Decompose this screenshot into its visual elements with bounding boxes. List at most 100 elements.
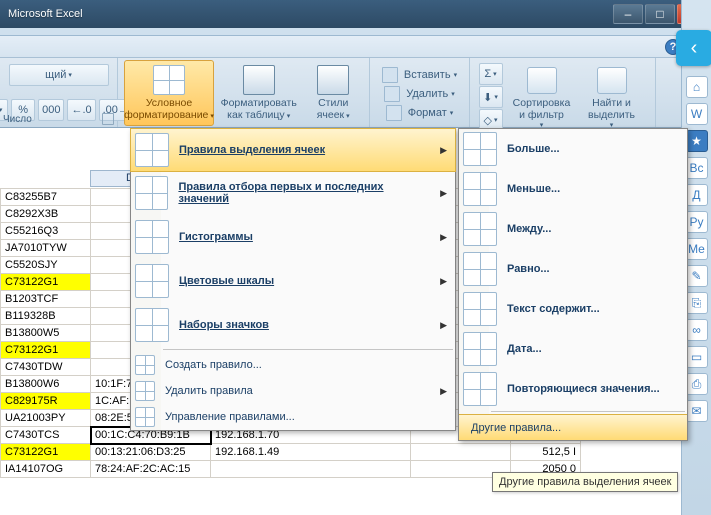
- cell-styles-icon: [317, 65, 349, 95]
- titlebar: Microsoft Excel – □ ✕: [0, 0, 711, 28]
- highlight-cells-rules-submenu: Больше...Меньше...Между...Равно...Текст …: [458, 128, 688, 441]
- menu-item-icon: [135, 220, 169, 254]
- menu-separator: [491, 411, 685, 412]
- cell[interactable]: C829175R: [1, 393, 91, 410]
- cell[interactable]: IA14107OG: [1, 461, 91, 478]
- menu-item[interactable]: Меньше...: [459, 169, 687, 209]
- cell[interactable]: [411, 444, 511, 461]
- sidebar-button[interactable]: ⎙: [686, 373, 708, 395]
- fill-button[interactable]: ⬇▾: [479, 86, 503, 108]
- cell[interactable]: C7430TCS: [1, 427, 91, 444]
- cell[interactable]: 192.168.1.49: [211, 444, 411, 461]
- menu-item-icon: [135, 308, 169, 342]
- cell[interactable]: C83255B7: [1, 189, 91, 206]
- menu-item[interactable]: Больше...: [459, 129, 687, 169]
- menu-item[interactable]: Правила выделения ячеек▶: [130, 128, 456, 172]
- sort-filter-icon: [527, 67, 557, 94]
- find-select-icon: [597, 67, 627, 94]
- window-title: Microsoft Excel: [4, 8, 611, 20]
- tooltip: Другие правила выделения ячеек: [492, 472, 678, 492]
- menu-item-icon: [135, 381, 155, 401]
- cell[interactable]: 78:24:AF:2C:AC:15: [91, 461, 211, 478]
- sidebar-button[interactable]: W: [686, 103, 708, 125]
- menu-item[interactable]: Текст содержит...: [459, 289, 687, 329]
- sidebar-expand-button[interactable]: ‹: [676, 30, 711, 66]
- cell[interactable]: C73122G1: [1, 274, 91, 291]
- minimize-button[interactable]: –: [613, 4, 643, 24]
- insert-icon: [382, 67, 398, 83]
- cell[interactable]: C55216Q3: [1, 223, 91, 240]
- menu-item-icon: [463, 212, 497, 246]
- menu-item-icon: [463, 132, 497, 166]
- sidebar-button[interactable]: ⌂: [686, 76, 708, 98]
- menu-item[interactable]: Создать правило...: [131, 352, 455, 378]
- cell[interactable]: C5520SJY: [1, 257, 91, 274]
- sidebar-button[interactable]: ∞: [686, 319, 708, 341]
- menu-item[interactable]: Наборы значков▶: [131, 303, 455, 347]
- menu-item[interactable]: Управление правилами...: [131, 404, 455, 430]
- cell[interactable]: B119328B: [1, 308, 91, 325]
- menu-item[interactable]: Цветовые шкалы▶: [131, 259, 455, 303]
- menu-item[interactable]: Удалить правила▶: [131, 378, 455, 404]
- sidebar-button[interactable]: Mе: [686, 238, 708, 260]
- menu-item-other-rules[interactable]: Другие правила...: [459, 414, 687, 440]
- sidebar-button[interactable]: Ру: [686, 211, 708, 233]
- sidebar-button[interactable]: ▭: [686, 346, 708, 368]
- sidebar-button[interactable]: ✎: [686, 265, 708, 287]
- delete-icon: [384, 86, 400, 102]
- sidebar-button[interactable]: Д: [686, 184, 708, 206]
- cell[interactable]: C7430TDW: [1, 359, 91, 376]
- delete-cells-button[interactable]: Удалить▾: [384, 85, 455, 104]
- cell[interactable]: UA21003PY: [1, 410, 91, 427]
- maximize-button[interactable]: □: [645, 4, 675, 24]
- format-as-table-button[interactable]: Форматировать как таблицу▾: [214, 60, 303, 126]
- format-cells-button[interactable]: Формат▾: [386, 104, 454, 123]
- conditional-formatting-menu: Правила выделения ячеек▶Правила отбора п…: [130, 128, 456, 431]
- menu-item-icon: [463, 252, 497, 286]
- sidebar-button[interactable]: ★: [686, 130, 708, 152]
- insert-cells-button[interactable]: Вставить▾: [382, 66, 457, 85]
- menu-item-icon: [135, 264, 169, 298]
- format-icon: [386, 105, 402, 121]
- cell[interactable]: C73122G1: [1, 444, 91, 461]
- cell[interactable]: [211, 461, 411, 478]
- cell[interactable]: JA7010TYW: [1, 240, 91, 257]
- sidebar-button[interactable]: ⎘: [686, 292, 708, 314]
- autosum-button[interactable]: Σ▾: [479, 63, 503, 85]
- number-format-combo[interactable]: щий▾: [9, 64, 109, 86]
- group-number: щий▾ ₽▾ % 000 ←.0 .00→ Число: [0, 58, 118, 127]
- menu-item[interactable]: Гистограммы▶: [131, 215, 455, 259]
- cell[interactable]: B13800W6: [1, 376, 91, 393]
- sidebar-button[interactable]: Вс: [686, 157, 708, 179]
- cell[interactable]: C8292X3B: [1, 206, 91, 223]
- cell[interactable]: 00:13:21:06:D3:25: [91, 444, 211, 461]
- cell[interactable]: B1203TCF: [1, 291, 91, 308]
- group-cells: Вставить▾ Удалить▾ Формат▾: [370, 58, 470, 127]
- conditional-formatting-icon: [153, 65, 185, 95]
- number-dialog-launcher[interactable]: [102, 113, 114, 125]
- sidebar-button[interactable]: ✉: [686, 400, 708, 422]
- cell[interactable]: 512,5 I: [511, 444, 581, 461]
- menu-item-icon: [463, 332, 497, 366]
- menu-item-icon: [135, 133, 169, 167]
- group-editing: Σ▾ ⬇▾ ◇▾ Сортировка и фильтр▾ Найти и вы…: [470, 58, 656, 127]
- menu-item[interactable]: Равно...: [459, 249, 687, 289]
- sort-filter-button[interactable]: Сортировка и фильтр▾: [507, 63, 577, 129]
- cell[interactable]: B13800W5: [1, 325, 91, 342]
- menu-item[interactable]: Правила отбора первых и последних значен…: [131, 171, 455, 215]
- format-as-table-icon: [243, 65, 275, 95]
- caption-help-row: ?: [0, 36, 711, 58]
- menu-item[interactable]: Дата...: [459, 329, 687, 369]
- group-number-label: Число: [3, 114, 32, 125]
- cell[interactable]: C73122G1: [1, 342, 91, 359]
- table-row[interactable]: C73122G100:13:21:06:D3:25192.168.1.49 512…: [1, 444, 581, 461]
- conditional-formatting-button[interactable]: Условное форматирование▾: [124, 60, 214, 126]
- group-styles: Условное форматирование▾ Форматировать к…: [118, 58, 370, 127]
- ribbon: щий▾ ₽▾ % 000 ←.0 .00→ Число Условное фо…: [0, 58, 711, 128]
- find-select-button[interactable]: Найти и выделить▾: [577, 63, 647, 129]
- quick-access-area: [0, 28, 711, 36]
- menu-item[interactable]: Между...: [459, 209, 687, 249]
- menu-item-icon: [135, 355, 155, 375]
- menu-item[interactable]: Повторяющиеся значения...: [459, 369, 687, 409]
- cell-styles-button[interactable]: Стили ячеек▾: [303, 60, 363, 126]
